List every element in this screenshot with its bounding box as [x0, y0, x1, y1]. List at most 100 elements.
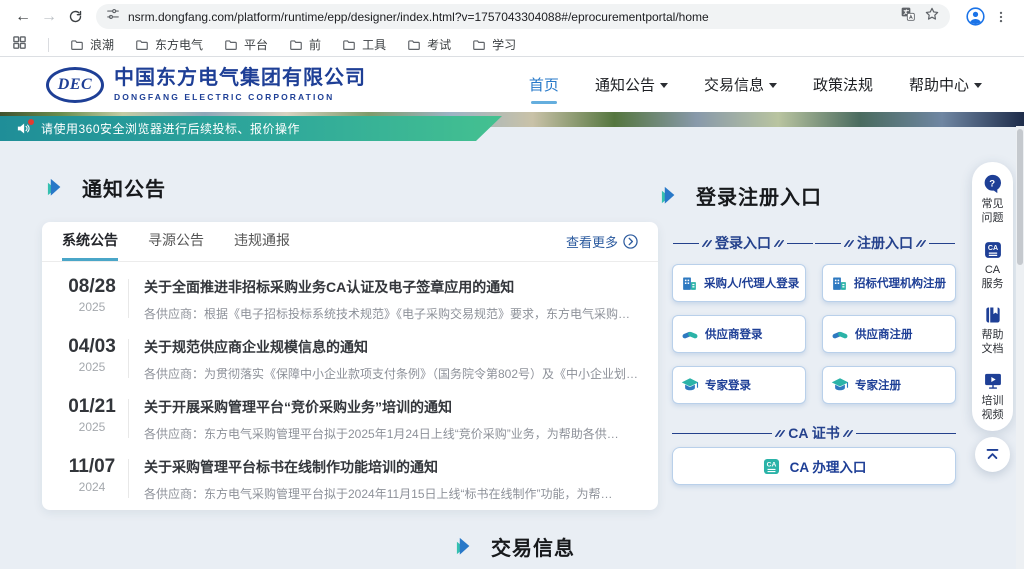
notice-row[interactable]: 01/21 2025 关于开展采购管理平台“竞价采购业务”培训的通知 各供应商：… — [42, 386, 640, 446]
tab-sourcing-notices[interactable]: 寻源公告 — [148, 222, 204, 261]
ca-service-item[interactable]: CA CA服务 — [982, 240, 1004, 292]
divider — [856, 433, 956, 434]
notice-date-year: 2025 — [56, 300, 128, 314]
bookmark-folder[interactable]: 考试 — [407, 36, 451, 53]
divider — [815, 243, 841, 244]
notice-title[interactable]: 关于开展采购管理平台“竞价采购业务”培训的通知 — [144, 397, 640, 417]
back-icon[interactable]: ← — [10, 4, 36, 30]
notices-section-header: 通知公告 — [46, 173, 166, 202]
site-settings-icon[interactable] — [106, 7, 120, 26]
ca-button-label: CA 办理入口 — [790, 456, 867, 476]
nav-item-home[interactable]: 首页 — [529, 74, 559, 95]
register-group-title: 注册入口 — [814, 233, 956, 253]
bookmark-folder[interactable]: 学习 — [472, 36, 516, 53]
faq-label: 常见问题 — [982, 197, 1004, 226]
handshake-icon — [681, 325, 699, 343]
notice-desc: 各供应商：为贯彻落实《保障中小企业款项支付条例》（国务院令第802号）及《中小企… — [144, 365, 640, 382]
speaker-icon — [16, 121, 32, 137]
login-group-title: 登录入口 — [672, 233, 814, 253]
back-to-top-button[interactable] — [975, 437, 1010, 472]
apps-grid-icon[interactable] — [12, 35, 27, 55]
section-arrow-icon — [46, 176, 69, 199]
company-name-en: DONGFANG ELECTRIC CORPORATION — [114, 92, 366, 102]
divider — [128, 459, 129, 498]
expert-register-button[interactable]: 专家注册 — [822, 366, 956, 404]
reload-icon[interactable] — [62, 4, 88, 30]
video-screen-icon — [983, 371, 1003, 391]
dec-logo-icon: DEC — [46, 67, 104, 103]
tab-violation-reports[interactable]: 违规通报 — [234, 222, 290, 261]
circle-arrow-right-icon — [623, 234, 638, 249]
notice-date: 01/21 2025 — [56, 396, 128, 446]
view-more-link[interactable]: 查看更多 — [566, 232, 638, 251]
nav-item-policies[interactable]: 政策法规 — [813, 74, 873, 95]
nav-label: 政策法规 — [813, 74, 873, 95]
help-docs-item[interactable]: 帮助文档 — [982, 305, 1004, 357]
bookmark-star-icon[interactable] — [924, 6, 940, 27]
slash-ornament — [918, 240, 924, 247]
bookmark-label: 工具 — [362, 36, 386, 53]
expert-login-button[interactable]: 专家登录 — [672, 366, 806, 404]
bookmark-folder[interactable]: 平台 — [224, 36, 268, 53]
buyer-agent-login-button[interactable]: 采购人/代理人登录 — [672, 264, 806, 302]
page: ← → nsrm.dongfang.com/platform/runtime/e… — [0, 0, 1024, 569]
notice-title[interactable]: 关于规范供应商企业规模信息的通知 — [144, 337, 640, 357]
url-bar[interactable]: nsrm.dongfang.com/platform/runtime/epp/d… — [96, 4, 950, 29]
entry-button-label: 专家登录 — [705, 377, 751, 393]
login-section-header: 登录注册入口 — [660, 181, 822, 210]
bookmark-folder[interactable]: 浪潮 — [70, 36, 114, 53]
trade-section-header: 交易信息 — [455, 532, 575, 561]
notice-title[interactable]: 关于全面推进非招标采购业务CA认证及电子签章应用的通知 — [144, 277, 640, 297]
url-text[interactable]: nsrm.dongfang.com/platform/runtime/epp/d… — [128, 10, 892, 24]
bookmark-folder[interactable]: 东方电气 — [135, 36, 203, 53]
group-title-text: 注册入口 — [857, 233, 913, 253]
notice-date-year: 2025 — [56, 360, 128, 374]
floating-toolbar: ? 常见问题 CA CA服务 帮助文档 培训视频 — [972, 162, 1013, 431]
bookmark-folder[interactable]: 工具 — [342, 36, 386, 53]
notice-title[interactable]: 关于采购管理平台标书在线制作功能培训的通知 — [144, 457, 640, 477]
nav-label: 帮助中心 — [909, 74, 969, 95]
nav-item-notices[interactable]: 通知公告 — [595, 74, 668, 95]
nav-item-trade-info[interactable]: 交易信息 — [704, 74, 777, 95]
entry-button-label: 供应商登录 — [705, 326, 763, 342]
ca-service-label: CA服务 — [982, 263, 1004, 292]
chevron-down-icon — [660, 83, 668, 88]
collapse-top-icon — [984, 446, 1001, 463]
translate-icon[interactable] — [900, 6, 916, 27]
notice-date-md: 11/07 — [56, 456, 128, 478]
notice-date-md: 01/21 — [56, 396, 128, 418]
ca-apply-button[interactable]: CA CA 办理入口 — [672, 447, 956, 485]
notice-row[interactable]: 04/03 2025 关于规范供应商企业规模信息的通知 各供应商：为贯彻落实《保… — [42, 326, 640, 386]
faq-item[interactable]: ? 常见问题 — [982, 173, 1004, 226]
section-arrow-icon — [455, 535, 478, 558]
slash-ornament — [704, 240, 710, 247]
supplier-register-button[interactable]: 供应商注册 — [822, 315, 956, 353]
entry-button-label: 招标代理机构注册 — [854, 275, 946, 291]
scrollbar-thumb[interactable] — [1017, 129, 1023, 265]
dec-logo-text: DEC — [58, 76, 92, 94]
nav-label: 交易信息 — [704, 74, 764, 95]
section-title: 通知公告 — [82, 173, 166, 202]
notice-row[interactable]: 08/28 2025 关于全面推进非招标采购业务CA认证及电子签章应用的通知 各… — [42, 266, 640, 326]
bookmark-folder[interactable]: 前 — [289, 36, 321, 53]
divider — [128, 399, 129, 438]
training-videos-item[interactable]: 培训视频 — [982, 371, 1004, 423]
divider — [672, 433, 772, 434]
profile-avatar[interactable] — [962, 4, 988, 30]
forward-icon[interactable]: → — [36, 4, 62, 30]
notice-date-year: 2024 — [56, 480, 128, 494]
ca-badge-icon: CA — [762, 457, 781, 476]
nav-item-help-center[interactable]: 帮助中心 — [909, 74, 982, 95]
notice-date-year: 2025 — [56, 420, 128, 434]
entry-button-label: 采购人/代理人登录 — [704, 275, 799, 291]
tab-system-notices[interactable]: 系统公告 — [62, 222, 118, 261]
entry-button-label: 供应商注册 — [855, 326, 913, 342]
company-logo[interactable]: DEC 中国东方电气集团有限公司 DONGFANG ELECTRIC CORPO… — [46, 67, 366, 103]
notice-row[interactable]: 11/07 2024 关于采购管理平台标书在线制作功能培训的通知 各供应商：东方… — [42, 446, 640, 506]
divider — [128, 279, 129, 318]
browser-menu-icon[interactable] — [988, 4, 1014, 30]
bidding-agency-register-button[interactable]: 招标代理机构注册 — [822, 264, 956, 302]
entry-button-label: 专家注册 — [855, 377, 901, 393]
scrollbar-track[interactable] — [1016, 126, 1024, 569]
supplier-login-button[interactable]: 供应商登录 — [672, 315, 806, 353]
